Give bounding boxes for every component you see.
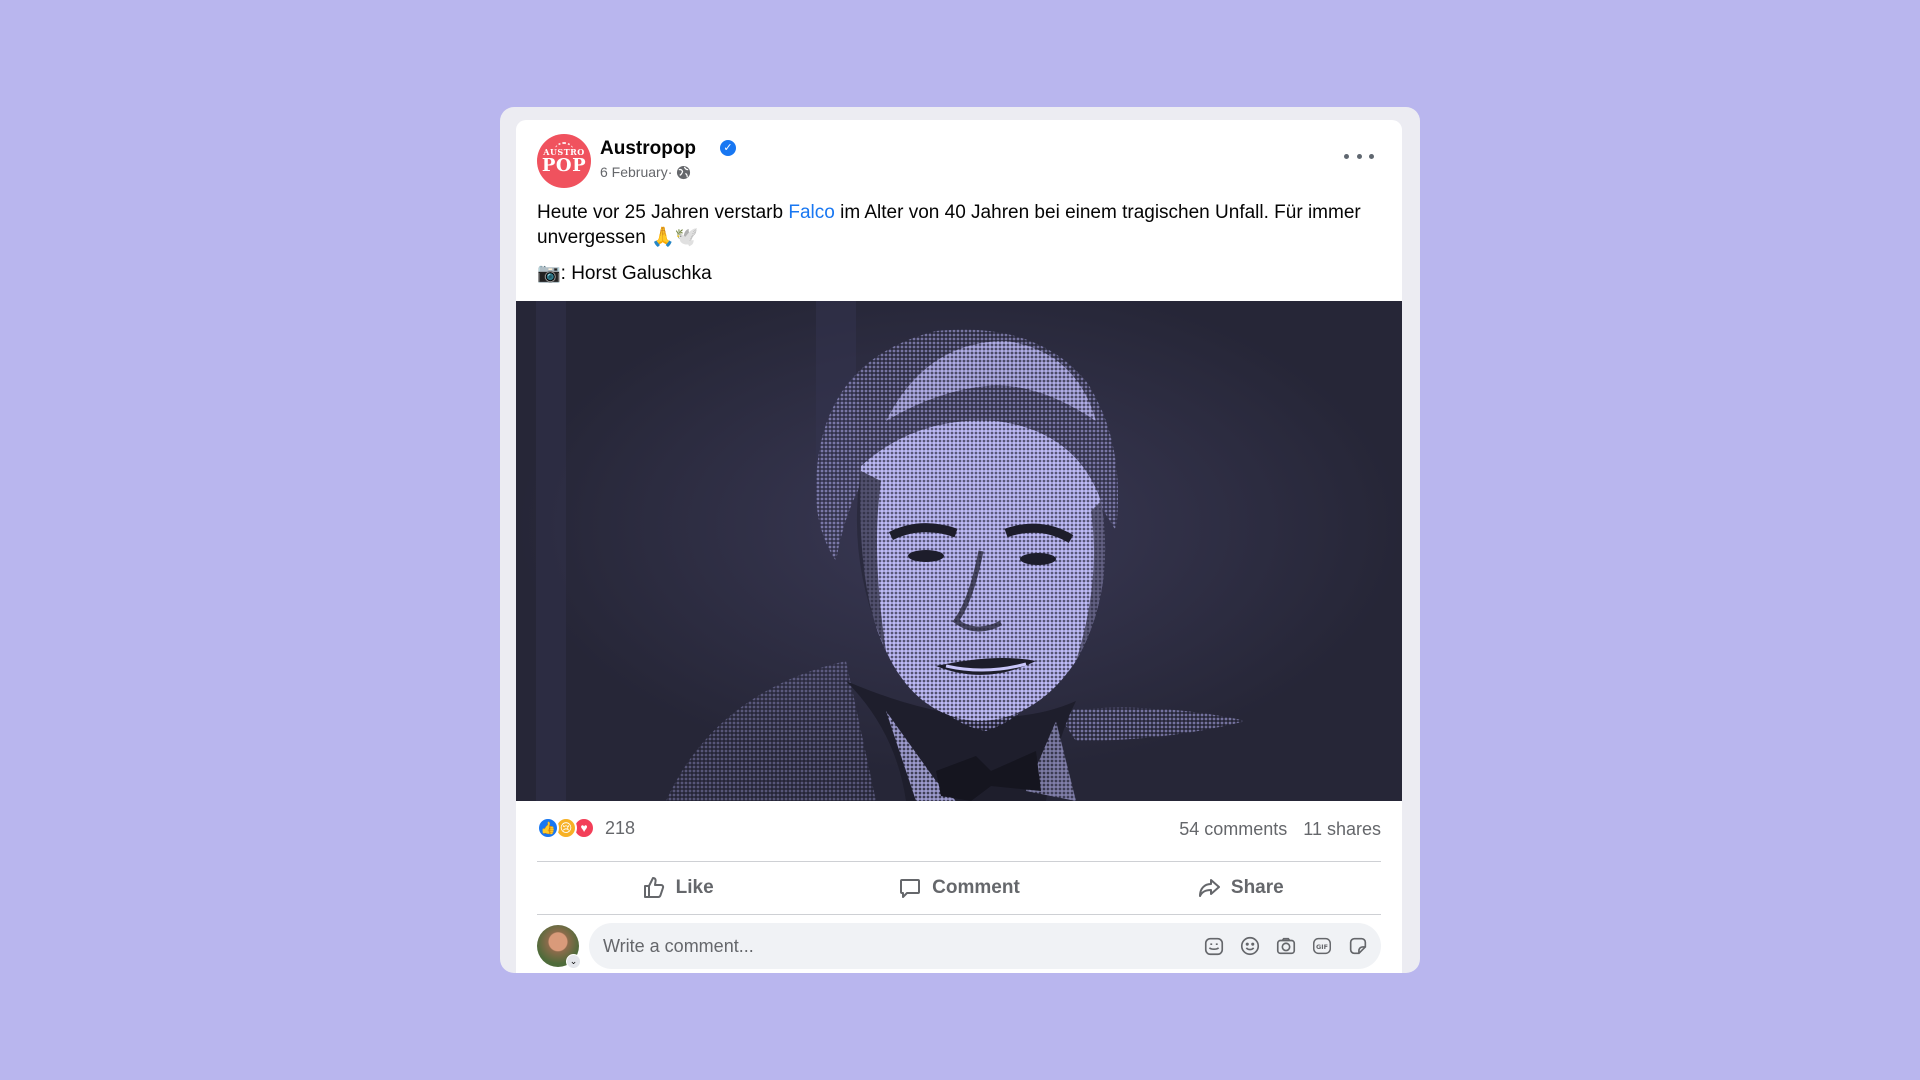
- falco-link[interactable]: Falco: [788, 202, 834, 223]
- gif-icon[interactable]: GIF: [1311, 935, 1333, 957]
- avatar-sticker-icon[interactable]: [1203, 935, 1225, 957]
- more-options-button[interactable]: [1344, 146, 1374, 166]
- avatar-logo-bottom: POP: [541, 155, 587, 176]
- share-icon: [1198, 879, 1220, 897]
- post-frame: AUSTRO POP Austropop ✓ 6 February · Heut…: [500, 107, 1420, 973]
- comment-icon: [900, 879, 921, 898]
- post-text: Heute vor 25 Jahren verstarb Falco im Al…: [537, 200, 1367, 250]
- globe-icon[interactable]: [676, 165, 691, 180]
- comment-composer: ⌄ GIF: [537, 923, 1381, 969]
- sticker-icon[interactable]: [1347, 935, 1369, 957]
- like-reaction-icon: 👍: [537, 817, 559, 839]
- like-icon: [643, 877, 664, 898]
- camera-icon[interactable]: [1275, 935, 1297, 957]
- share-label: Share: [1230, 877, 1284, 898]
- chevron-down-icon[interactable]: ⌄: [566, 954, 581, 969]
- post-actions: Like Comment Share: [537, 861, 1381, 915]
- post-meta: 6 February ·: [600, 164, 691, 180]
- reaction-count: 218: [605, 817, 636, 838]
- comment-button[interactable]: Comment: [818, 862, 1099, 914]
- svg-text:GIF: GIF: [1316, 943, 1328, 951]
- more-icon: [1344, 153, 1349, 159]
- post-date[interactable]: 6 February: [600, 164, 668, 180]
- post-text-before: Heute vor 25 Jahren verstarb: [537, 202, 789, 223]
- emoji-icon[interactable]: [1239, 935, 1261, 957]
- like-button[interactable]: Like: [537, 862, 818, 914]
- comment-input[interactable]: [603, 935, 1203, 957]
- comment-box: GIF: [589, 923, 1381, 969]
- page-name[interactable]: Austropop: [600, 138, 696, 160]
- avatar-sun-decoration: [554, 142, 574, 152]
- comment-tools: GIF: [1203, 935, 1369, 957]
- photo-credit: 📷: Horst Galuschka: [537, 263, 712, 284]
- meta-separator: ·: [667, 164, 673, 180]
- engagement-counts: 54 comments 11 shares: [1179, 819, 1381, 840]
- like-label: Like: [675, 877, 714, 898]
- page-avatar[interactable]: AUSTRO POP: [537, 134, 591, 188]
- portrait-image: [516, 301, 1402, 801]
- share-button[interactable]: Share: [1100, 862, 1381, 914]
- user-avatar[interactable]: ⌄: [537, 925, 581, 969]
- post-photo[interactable]: [516, 301, 1402, 801]
- post-card: AUSTRO POP Austropop ✓ 6 February · Heut…: [516, 120, 1402, 973]
- verified-icon: ✓: [720, 140, 736, 156]
- comments-count-link[interactable]: 54 comments: [1179, 819, 1287, 840]
- reactions-summary[interactable]: 👍 😢 ♥ 218: [537, 817, 635, 839]
- post-header: AUSTRO POP Austropop ✓ 6 February ·: [537, 134, 1382, 192]
- shares-count-link[interactable]: 11 shares: [1303, 819, 1381, 840]
- comment-label: Comment: [932, 877, 1020, 898]
- post-stats: 👍 😢 ♥ 218 54 comments 11 shares: [537, 814, 1381, 844]
